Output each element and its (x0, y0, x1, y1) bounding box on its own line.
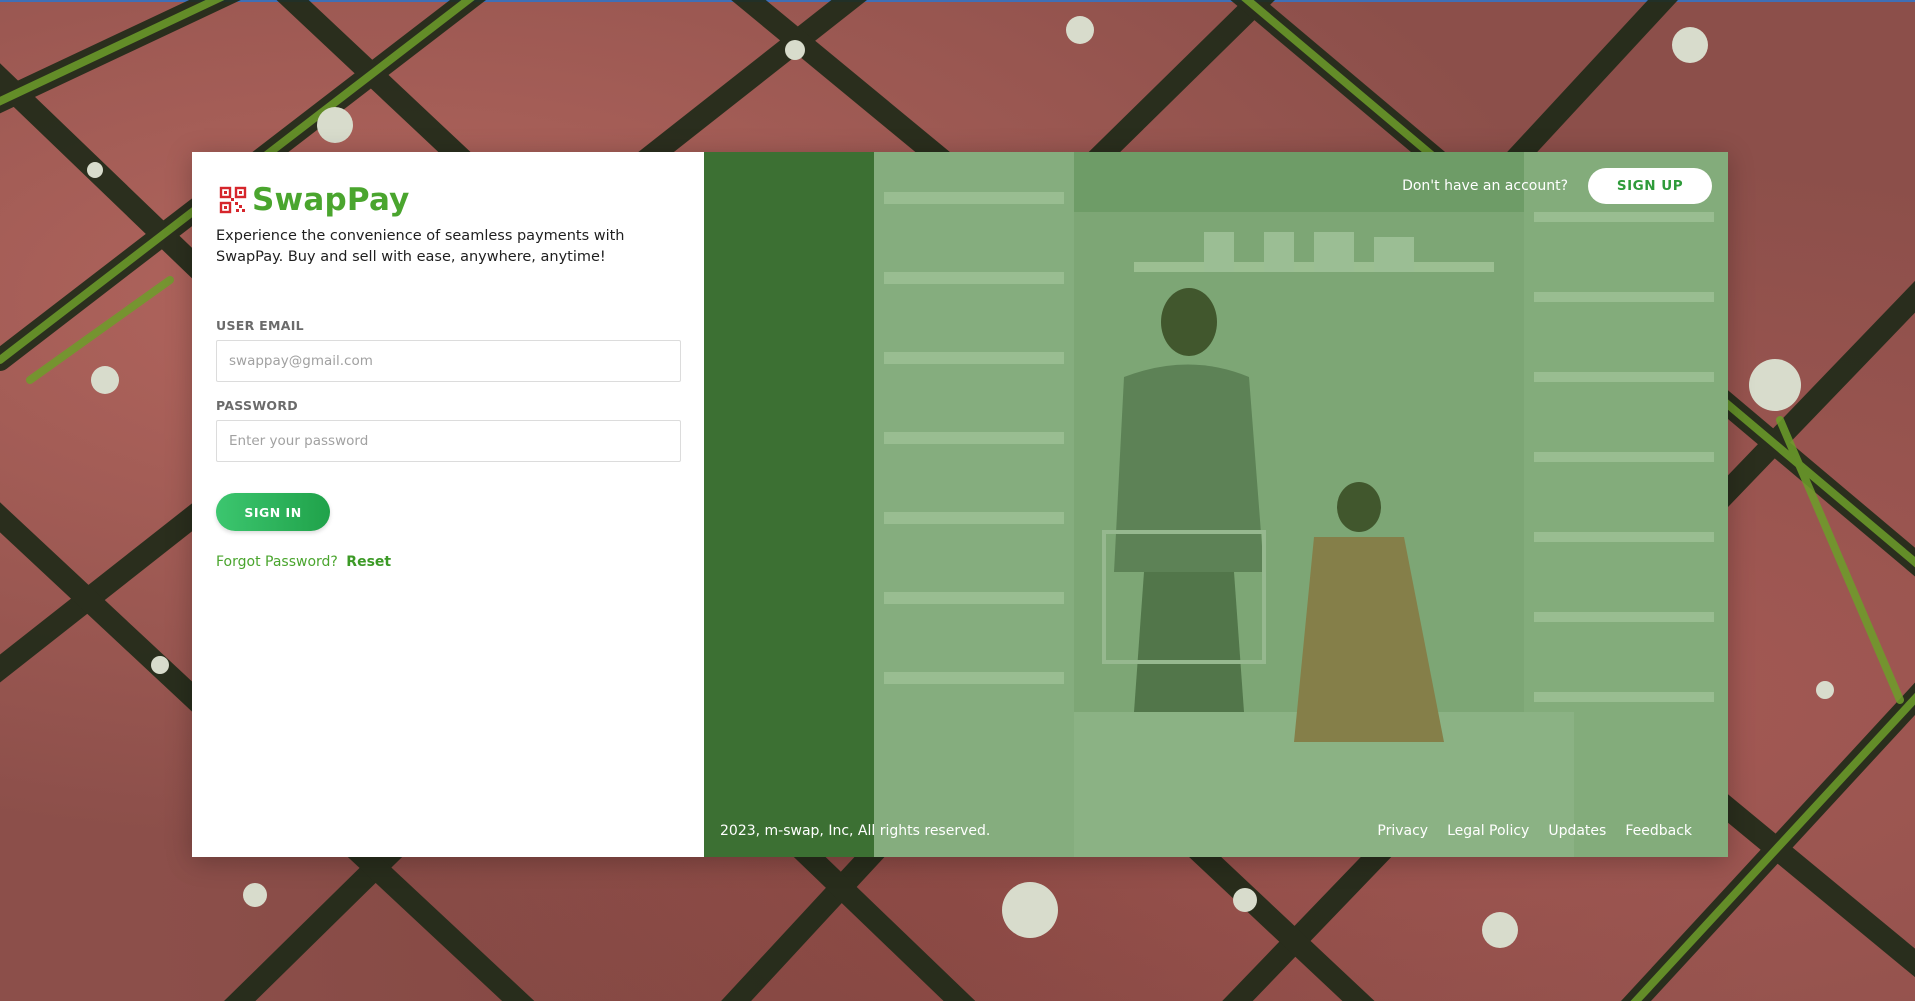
qr-code-icon (219, 186, 247, 214)
footer-link-legal-policy[interactable]: Legal Policy (1447, 823, 1529, 839)
forgot-password-row: Forgot Password? Reset (216, 554, 680, 570)
login-panel: SwapPay Experience the convenience of se… (192, 152, 704, 857)
green-tint-overlay (704, 152, 1728, 857)
footer-link-updates[interactable]: Updates (1548, 823, 1606, 839)
footer-links: Privacy Legal Policy Updates Feedback (1377, 823, 1692, 839)
login-card: SwapPay Experience the convenience of se… (192, 152, 1728, 857)
password-field[interactable] (216, 420, 681, 462)
hero-panel: Don't have an account? SIGN UP 2023, m-s… (704, 152, 1728, 857)
signup-prompt: Don't have an account? SIGN UP (1402, 168, 1712, 204)
brand-name: SwapPay (252, 182, 410, 218)
email-label: USER EMAIL (216, 318, 304, 333)
brand-header: SwapPay (218, 182, 680, 218)
no-account-text: Don't have an account? (1402, 178, 1568, 194)
footer-link-feedback[interactable]: Feedback (1625, 823, 1692, 839)
sign-up-button[interactable]: SIGN UP (1588, 168, 1712, 204)
footer: 2023, m-swap, Inc, All rights reserved. … (720, 823, 1692, 839)
password-label: PASSWORD (216, 398, 298, 413)
brand-tagline: Experience the convenience of seamless p… (216, 228, 625, 265)
sign-in-button[interactable]: SIGN IN (216, 493, 330, 531)
footer-link-privacy[interactable]: Privacy (1377, 823, 1428, 839)
reset-password-link[interactable]: Reset (346, 554, 391, 570)
copyright-text: 2023, m-swap, Inc, All rights reserved. (720, 823, 991, 839)
email-field[interactable] (216, 340, 681, 382)
forgot-password-text: Forgot Password? (216, 554, 338, 570)
